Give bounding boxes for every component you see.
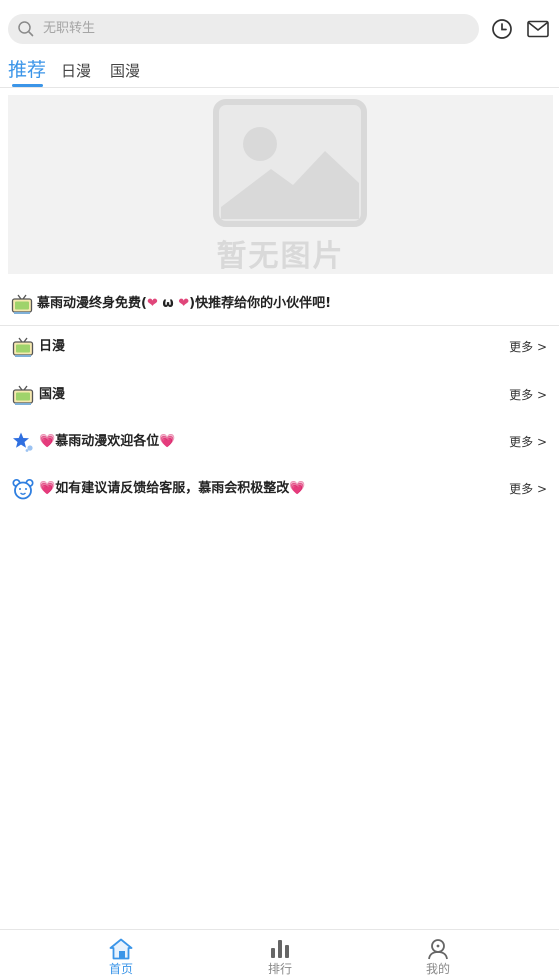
sparkle-heart-icon: 💗 xyxy=(39,434,56,449)
tv-icon xyxy=(11,294,33,314)
section-title-text: 慕雨动漫欢迎各位 xyxy=(55,434,160,449)
category-tabs: 推荐 日漫 国漫 xyxy=(0,56,559,88)
tab-recommend[interactable]: 推荐 xyxy=(8,56,46,84)
tab-chinese-anime[interactable]: 国漫 xyxy=(110,58,140,84)
section-row-chinese-anime[interactable]: 国漫 更多 > xyxy=(0,377,559,417)
notice-text: 慕雨动漫终身免费(❤ ω ❤)快推荐给你的小伙伴吧! xyxy=(37,295,331,312)
more-link[interactable]: 更多 > xyxy=(509,481,547,497)
tab-japanese-anime[interactable]: 日漫 xyxy=(61,58,91,84)
heart-icon: ❤ xyxy=(146,296,158,311)
notice-text-omega: ω xyxy=(157,296,179,311)
nav-home[interactable]: 首页 xyxy=(61,930,181,980)
bottom-navigation: 首页 排行 我的 xyxy=(0,929,559,980)
top-bar: 无职转生 xyxy=(0,0,559,58)
mail-icon[interactable] xyxy=(527,20,549,38)
nav-ranking[interactable]: 排行 xyxy=(220,930,340,980)
image-placeholder-icon xyxy=(213,99,367,227)
notice-bar: 慕雨动漫终身免费(❤ ω ❤)快推荐给你的小伙伴吧! xyxy=(0,290,559,326)
home-icon xyxy=(109,938,133,960)
history-icon[interactable] xyxy=(491,18,513,40)
section-title-text: 如有建议请反馈给客服，慕雨会积极整改 xyxy=(55,481,290,496)
section-title: 💗如有建议请反馈给客服，慕雨会积极整改💗 xyxy=(39,480,305,497)
section-title: 💗慕雨动漫欢迎各位💗 xyxy=(39,433,175,450)
banner-carousel[interactable]: 暂无图片 xyxy=(8,95,553,274)
search-placeholder: 无职转生 xyxy=(43,21,96,36)
heart-icon: ❤ xyxy=(178,296,190,311)
search-icon xyxy=(18,21,34,37)
ranking-icon xyxy=(271,940,289,958)
sparkle-heart-icon: 💗 xyxy=(289,481,306,496)
section-title: 国漫 xyxy=(39,387,66,402)
sparkle-heart-icon: 💗 xyxy=(159,434,176,449)
profile-icon xyxy=(428,939,448,960)
star-icon xyxy=(13,432,33,452)
sparkle-heart-icon: 💗 xyxy=(39,481,56,496)
section-row-welcome[interactable]: 💗慕雨动漫欢迎各位💗 更多 > xyxy=(0,424,559,464)
nav-label: 我的 xyxy=(425,962,450,976)
notice-text-post: )快推荐给你的小伙伴吧! xyxy=(189,296,331,311)
nav-label: 排行 xyxy=(267,962,292,976)
section-row-japanese-anime[interactable]: 日漫 更多 > xyxy=(0,329,559,369)
no-image-text: 暂无图片 xyxy=(216,239,345,274)
more-link[interactable]: 更多 > xyxy=(509,387,547,403)
active-tab-indicator xyxy=(12,84,43,87)
tv-icon xyxy=(12,337,34,357)
search-bar[interactable]: 无职转生 xyxy=(8,14,479,44)
more-link[interactable]: 更多 > xyxy=(509,434,547,450)
tv-icon xyxy=(12,385,34,405)
more-link[interactable]: 更多 > xyxy=(509,339,547,355)
section-title: 日漫 xyxy=(39,339,66,354)
nav-profile[interactable]: 我的 xyxy=(378,930,498,980)
notice-text-pre: 慕雨动漫终身免费( xyxy=(37,296,147,311)
nav-label: 首页 xyxy=(108,962,133,976)
section-row-feedback[interactable]: 💗如有建议请反馈给客服，慕雨会积极整改💗 更多 > xyxy=(0,471,559,511)
bear-icon xyxy=(12,478,34,500)
